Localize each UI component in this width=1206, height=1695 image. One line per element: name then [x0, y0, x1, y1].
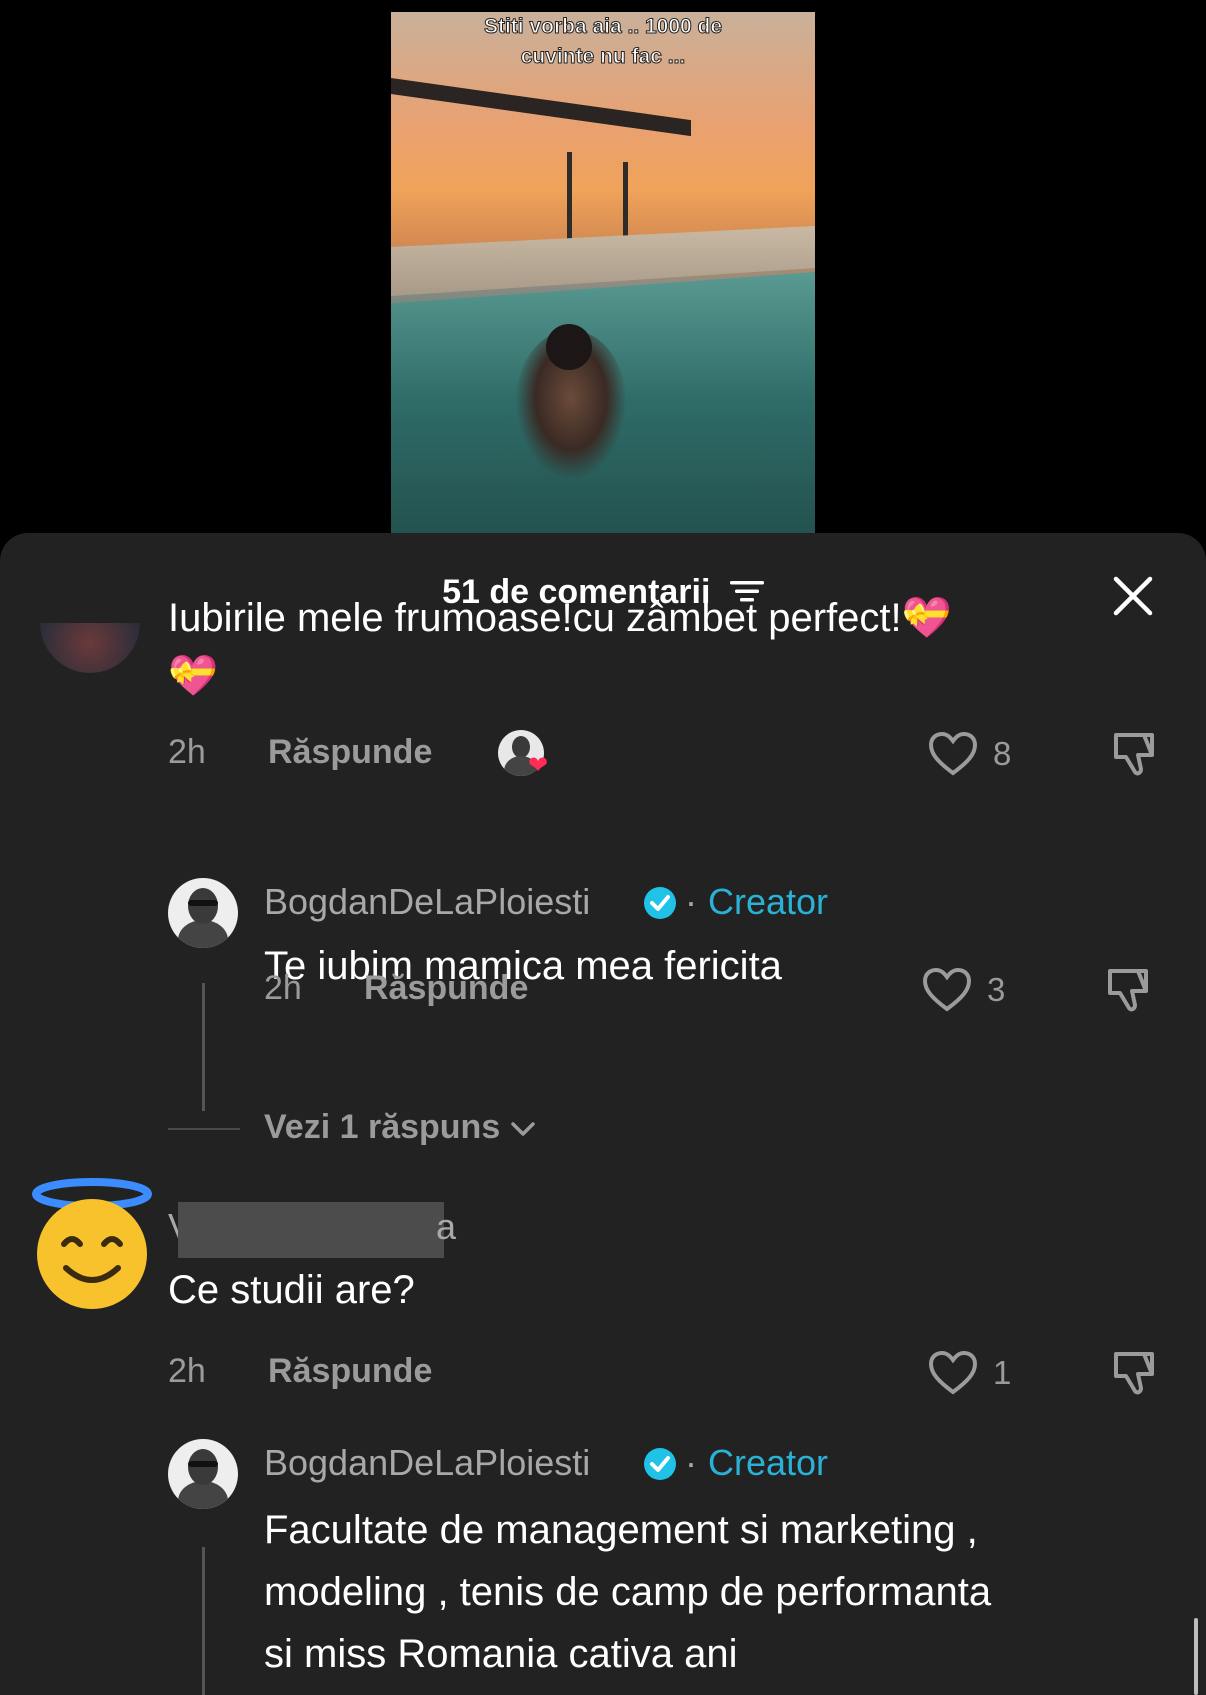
video-caption: Stiti vorba aia .. 1000 de cuvinte nu fa…: [391, 12, 815, 72]
video-caption-line: Stiti vorba aia .. 1000 de: [483, 15, 723, 39]
video-thumbnail[interactable]: Stiti vorba aia .. 1000 de cuvinte nu fa…: [391, 12, 815, 534]
pergola-post: [623, 162, 628, 242]
verified-icon: [643, 886, 677, 925]
comment-time: 2h: [168, 733, 206, 771]
chevron-down-icon: [510, 1108, 536, 1146]
heart-icon: ❤: [528, 752, 549, 779]
view-replies-button[interactable]: Vezi 1 răspuns: [264, 1108, 536, 1147]
comment-text: si miss Romania cativa ani: [264, 1632, 738, 1676]
comment-time: 2h: [264, 969, 302, 1007]
username[interactable]: BogdanDeLaPloiesti: [264, 1442, 590, 1484]
dislike-icon[interactable]: [1102, 965, 1154, 1022]
redacted-username: [178, 1202, 444, 1258]
comment-text: modeling , tenis de camp de performanta: [264, 1570, 992, 1614]
like-heart-icon[interactable]: [922, 967, 972, 1018]
like-count: 8: [993, 735, 1012, 772]
like-heart-icon[interactable]: [928, 1350, 978, 1401]
thread-line: [202, 1547, 205, 1695]
creator-badge: Creator: [708, 1442, 829, 1483]
couple-head: [546, 324, 592, 370]
comment-time: 2h: [168, 1352, 206, 1390]
verified-icon: [643, 1447, 677, 1486]
thread-line: [202, 983, 205, 1111]
comment-text: 💝: [168, 654, 218, 698]
reply-button[interactable]: Răspunde: [364, 969, 528, 1008]
like-heart-icon[interactable]: [928, 731, 978, 782]
comment-text: Iubirile mele frumoase!cu zâmbet perfect…: [168, 596, 952, 640]
view-replies-label: Vezi 1 răspuns: [264, 1108, 501, 1146]
like-count: 1: [993, 1354, 1012, 1391]
close-icon[interactable]: [1112, 575, 1154, 622]
username-end: a: [436, 1206, 457, 1247]
reply-button[interactable]: Răspunde: [268, 733, 432, 772]
separator-dot: ·: [685, 1442, 697, 1483]
commenter-avatar[interactable]: [40, 623, 140, 673]
pergola-post: [567, 152, 572, 242]
creator-avatar[interactable]: [168, 878, 238, 948]
username[interactable]: BogdanDeLaPloiesti: [264, 881, 590, 923]
reply-button[interactable]: Răspunde: [268, 1352, 432, 1391]
creator-avatar[interactable]: [168, 1439, 238, 1509]
creator-badge: Creator: [708, 881, 829, 922]
separator-dot: ·: [685, 881, 697, 922]
commenter-avatar[interactable]: [30, 1176, 155, 1311]
divider-line: [168, 1128, 240, 1130]
comment-text: Ce studii are?: [168, 1268, 415, 1312]
dislike-icon[interactable]: [1108, 729, 1160, 786]
comments-sheet: 51 de comentarii Iubirile mele frumoase!…: [0, 533, 1206, 1695]
video-caption-line: cuvinte nu fac ...: [520, 45, 686, 69]
comment-text: Facultate de management si marketing ,: [264, 1508, 978, 1552]
scrollbar[interactable]: [1194, 1618, 1198, 1695]
pergola-roof: [391, 78, 691, 137]
like-count: 3: [987, 971, 1006, 1008]
dislike-icon[interactable]: [1108, 1348, 1160, 1405]
